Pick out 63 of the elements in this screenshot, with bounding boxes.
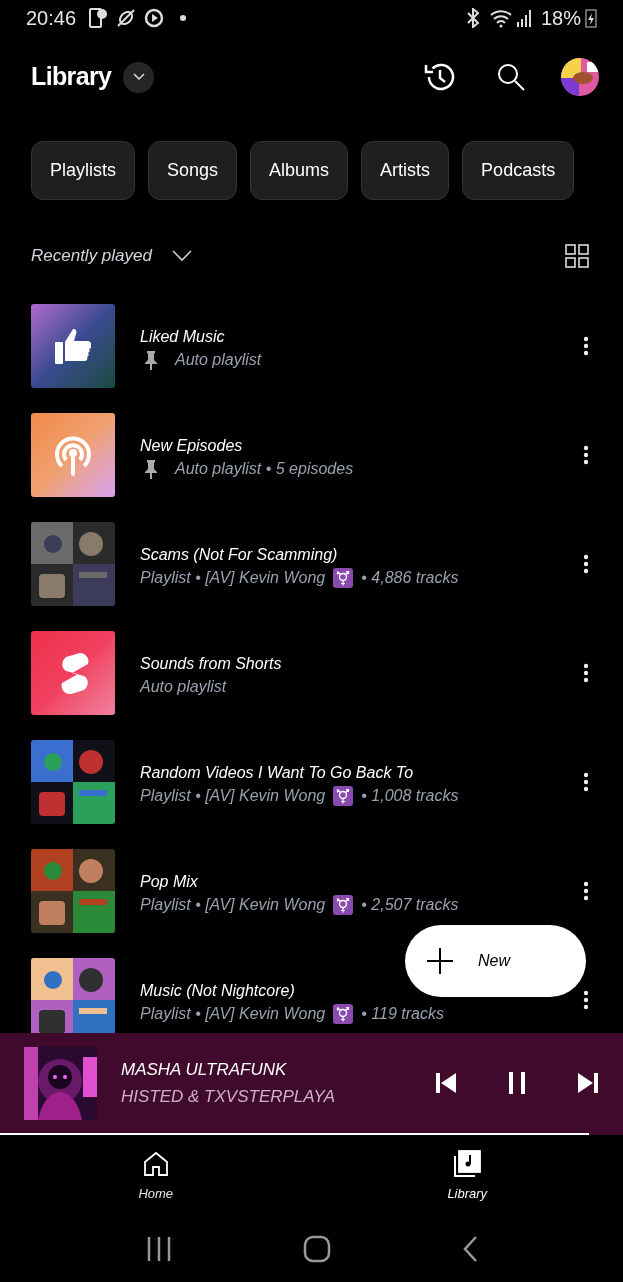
nav-tab[interactable]: Library — [311, 1146, 623, 1204]
track-count: • 119 tracks — [361, 1003, 444, 1024]
thumbs-up-icon — [53, 326, 93, 366]
playlist-subtitle: Playlist • [AV] Kevin Wong — [140, 785, 326, 806]
mini-player[interactable]: MASHA ULTRAFUNK HISTED & TXVSTERPLAYA — [0, 1033, 623, 1133]
play-circle-icon — [144, 8, 165, 28]
playlist-subtitle: Auto playlist • 5 episodes — [175, 458, 354, 479]
track-count: • 1,008 tracks — [361, 785, 459, 806]
new-button[interactable]: New — [405, 925, 586, 997]
status-time: 20:46 — [26, 6, 77, 31]
more-options-icon[interactable] — [583, 772, 589, 792]
grid-view-icon[interactable] — [565, 244, 589, 268]
sort-dropdown[interactable]: Recently played — [31, 243, 192, 269]
filter-chip[interactable]: Songs — [148, 140, 238, 200]
chevron-down-icon — [171, 250, 192, 262]
more-options-icon[interactable] — [583, 881, 589, 901]
playlist-title: Pop Mix — [140, 871, 199, 892]
playlist-title: Liked Music — [140, 326, 226, 347]
playlist-title: Random Videos I Want To Go Back To — [140, 762, 415, 783]
playlist-subtitle: Playlist • [AV] Kevin Wong — [140, 894, 326, 915]
phone-alert-icon — [88, 7, 109, 29]
page-title: Library — [31, 61, 112, 93]
bluetooth-icon — [464, 8, 481, 28]
more-options-icon[interactable] — [583, 445, 589, 465]
search-icon[interactable] — [496, 62, 526, 92]
filter-chip[interactable]: Podcasts — [462, 140, 575, 200]
previous-icon[interactable] — [435, 1072, 457, 1094]
plus-icon — [426, 947, 454, 975]
playlist-title: Scams (Not For Scamming) — [140, 544, 339, 565]
signal-icon — [516, 9, 533, 27]
filter-chip[interactable]: Albums — [250, 140, 349, 200]
filter-chip[interactable]: Playlists — [31, 140, 135, 200]
playlist-subtitle: Playlist • [AV] Kevin Wong — [140, 567, 326, 588]
playlist-subtitle: Auto playlist — [175, 349, 262, 370]
dot-icon — [180, 15, 187, 21]
battery-charging-icon — [585, 8, 597, 28]
more-options-icon[interactable] — [583, 554, 589, 574]
pause-icon[interactable] — [508, 1071, 526, 1095]
recent-apps-icon[interactable] — [145, 1235, 172, 1262]
track-count: • 4,886 tracks — [361, 567, 459, 588]
chevron-down-icon — [132, 73, 145, 81]
playlist-title: Music (Not Nightcore) — [140, 980, 296, 1001]
track-count: • 2,507 tracks — [361, 894, 459, 915]
playlist-title: Sounds from Shorts — [140, 653, 283, 674]
track-artist: HISTED & TXVSTERPLAYA — [121, 1086, 337, 1108]
nav-tab[interactable]: Home — [0, 1146, 312, 1204]
battery-percent: 18% — [540, 6, 581, 31]
library-dropdown-button[interactable] — [123, 61, 155, 93]
playlist-subtitle: Playlist • [AV] Kevin Wong — [140, 1003, 326, 1024]
home-button-icon[interactable] — [302, 1234, 331, 1263]
filter-chip[interactable]: Artists — [361, 140, 450, 200]
playlist-subtitle: Auto playlist — [140, 676, 227, 697]
more-options-icon[interactable] — [583, 990, 589, 1010]
avatar-icon[interactable] — [561, 58, 599, 96]
music-library-icon — [453, 1150, 482, 1179]
wifi-icon — [488, 8, 513, 28]
playlist-title: New Episodes — [140, 435, 244, 456]
more-options-icon[interactable] — [583, 663, 589, 683]
next-icon[interactable] — [577, 1072, 599, 1094]
back-icon[interactable] — [461, 1235, 478, 1262]
track-title: MASHA ULTRAFUNK — [121, 1058, 288, 1081]
more-options-icon[interactable] — [583, 336, 589, 356]
home-icon — [141, 1150, 170, 1179]
